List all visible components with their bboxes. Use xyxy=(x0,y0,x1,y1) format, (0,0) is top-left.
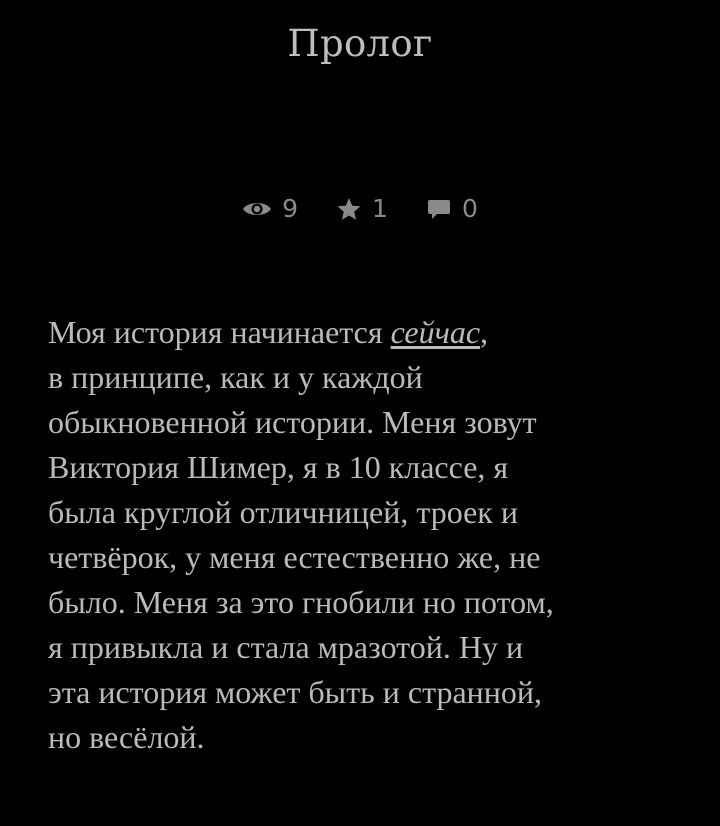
chapter-stats: 9 1 0 xyxy=(0,194,720,223)
story-text-fragment: Моя история начинается xyxy=(48,314,391,350)
chapter-title: Пролог xyxy=(287,22,433,65)
stars-stat: 1 xyxy=(336,194,388,223)
comments-stat: 0 xyxy=(426,194,478,223)
comment-icon xyxy=(426,198,462,220)
story-line: обыкновенной истории. Меня зовут xyxy=(48,404,537,440)
story-line: четвёрок, у меня естественно же, не xyxy=(48,539,541,575)
story-line: но весёлой. xyxy=(48,719,205,755)
story-text: Моя история начинается сейчас, в принцип… xyxy=(48,310,678,760)
story-line: эта история может быть и странной, xyxy=(48,674,543,710)
story-line: я привыкла и стала мразотой. Ну и xyxy=(48,629,524,665)
views-stat: 9 xyxy=(242,194,298,223)
story-link-now[interactable]: сейчас xyxy=(391,314,480,350)
story-text-fragment: , xyxy=(480,314,489,350)
eye-icon xyxy=(242,199,282,219)
story-line: в принципе, как и у каждой xyxy=(48,359,423,395)
story-line: была круглой отличницей, троек и xyxy=(48,494,518,530)
story-line: было. Меня за это гнобили но потом, xyxy=(48,584,554,620)
comments-count: 0 xyxy=(461,194,478,223)
views-count: 9 xyxy=(282,194,299,223)
stars-count: 1 xyxy=(372,194,388,223)
star-icon xyxy=(336,197,372,221)
story-line: Моя история начинается сейчас, xyxy=(48,310,678,355)
story-line: Виктория Шимер, я в 10 классе, я xyxy=(48,449,509,485)
